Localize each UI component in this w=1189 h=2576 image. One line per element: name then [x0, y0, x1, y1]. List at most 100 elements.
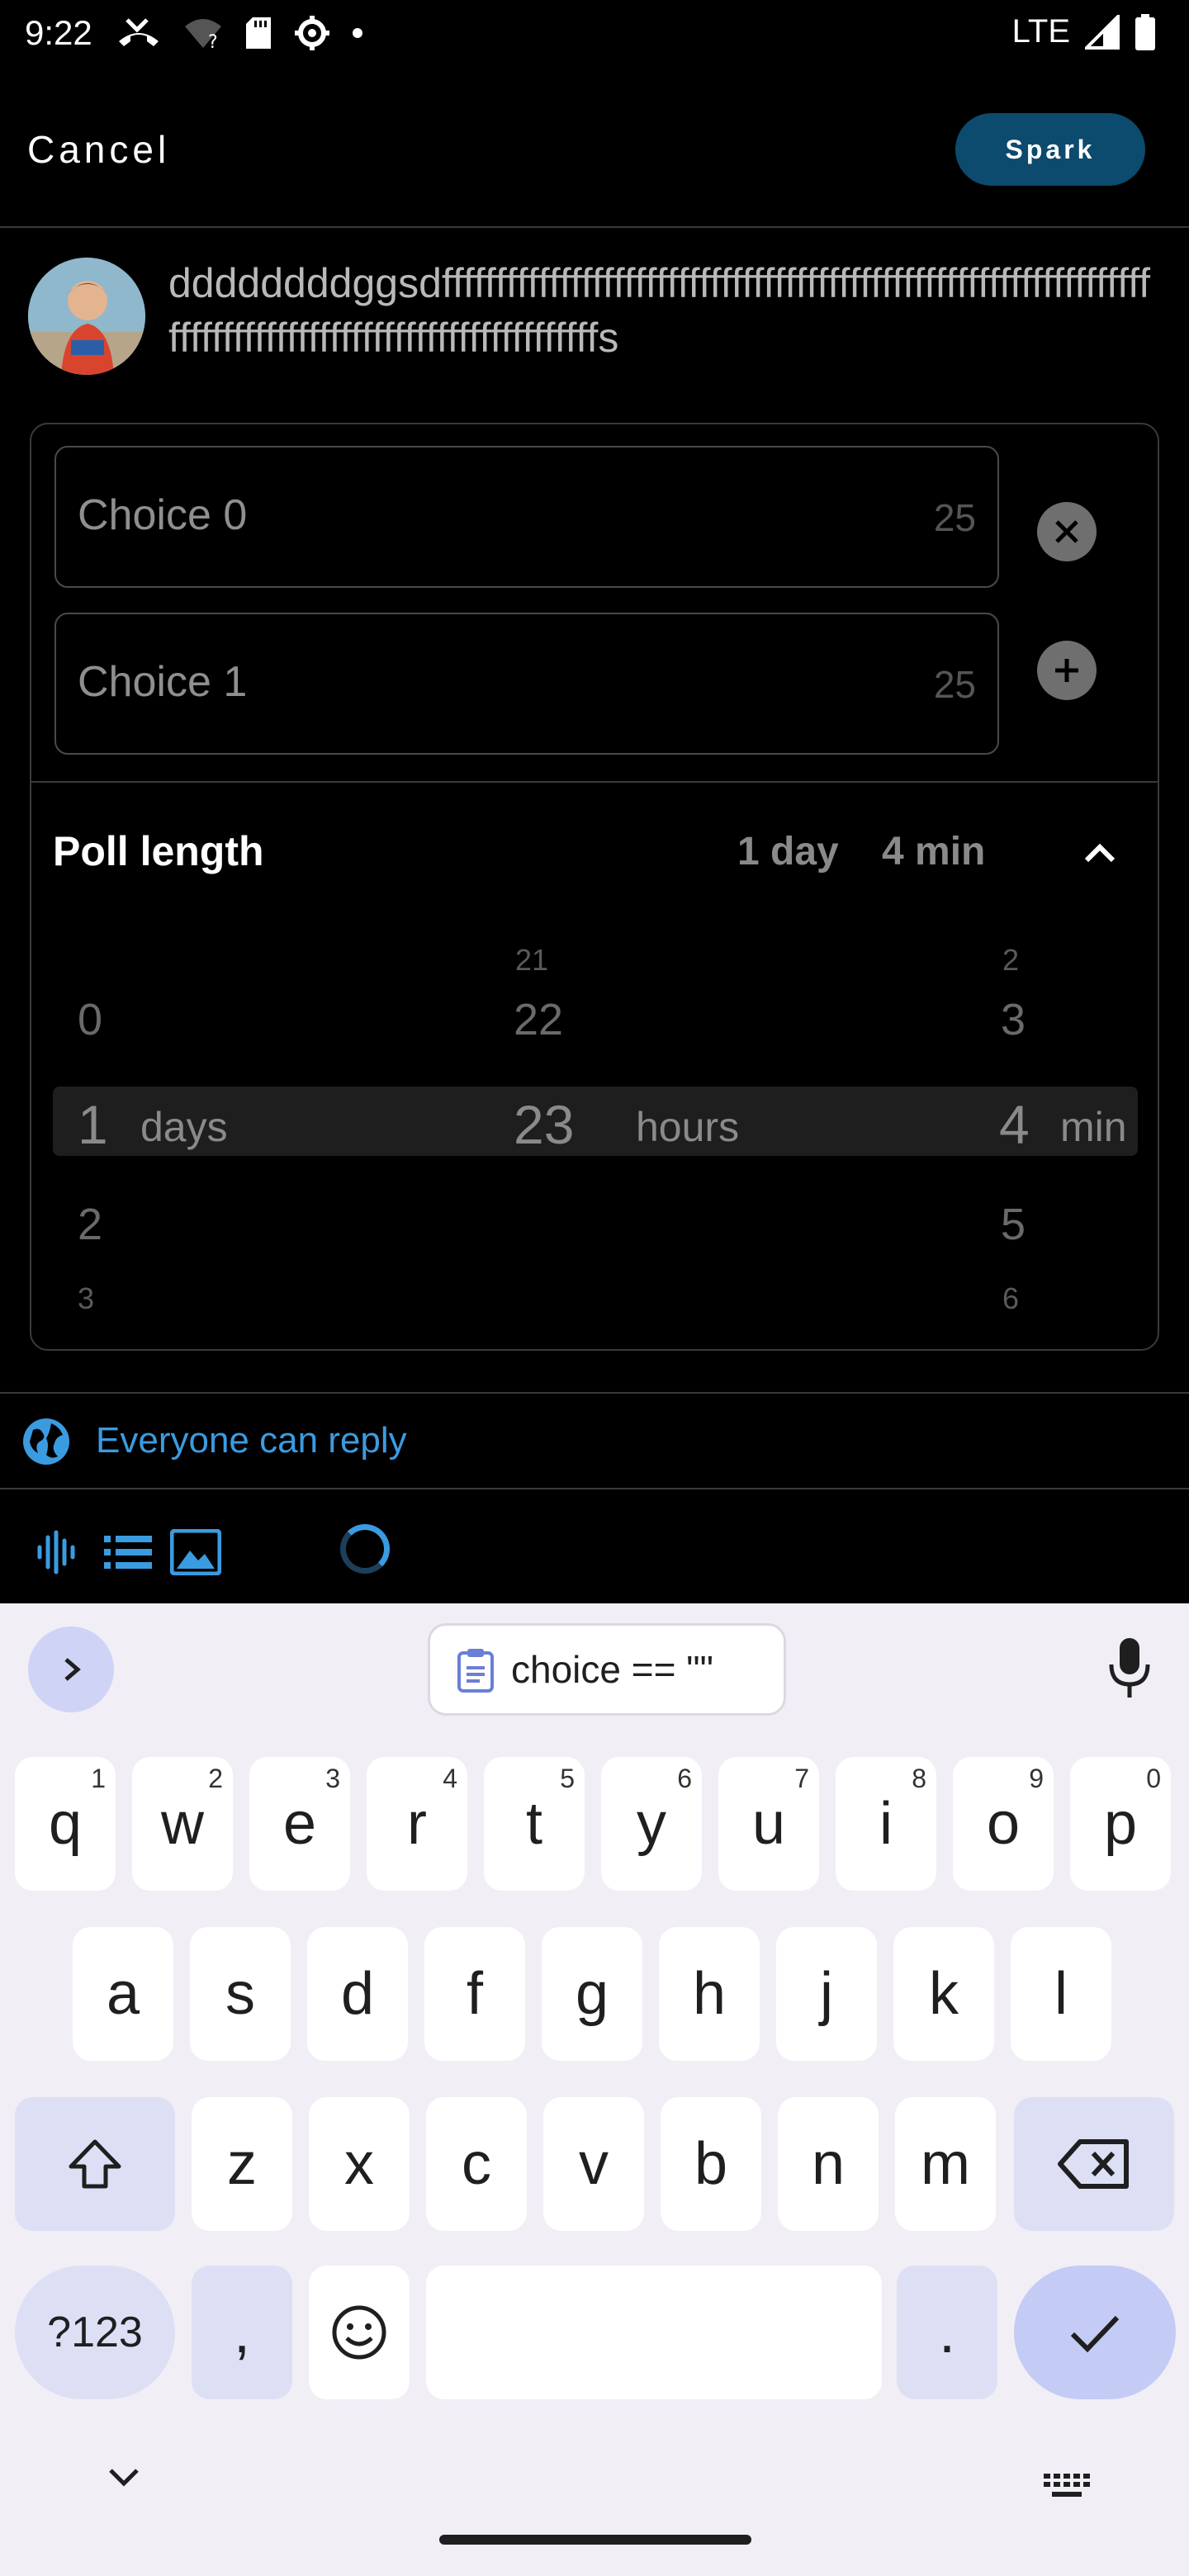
chevron-up-icon[interactable]	[1075, 832, 1125, 874]
dot-icon	[353, 28, 362, 38]
poll-length-picker[interactable]: 0 1 days 2 3 21 22 23 hours 2 3 4 min 5 …	[31, 936, 1158, 1333]
key-j[interactable]: j	[776, 1927, 877, 2061]
choice-0-field[interactable]: Choice 0 25	[54, 446, 999, 588]
reply-divider-top	[0, 1392, 1189, 1394]
remove-choice-button[interactable]	[1037, 502, 1097, 561]
backspace-key[interactable]	[1014, 2097, 1174, 2231]
space-key[interactable]	[426, 2266, 882, 2399]
sd-card-icon	[246, 17, 271, 49]
hours-above[interactable]: 22	[514, 994, 563, 1045]
key-label: e	[282, 1791, 317, 1857]
key-label: q	[48, 1791, 83, 1857]
spark-button[interactable]: Spark	[955, 113, 1145, 186]
loading-spinner-icon	[340, 1524, 390, 1574]
cancel-button[interactable]: Cancel	[27, 127, 170, 172]
key-hint: 3	[325, 1764, 340, 1793]
choice-1-field[interactable]: Choice 1 25	[54, 613, 999, 755]
key-y[interactable]: y6	[601, 1757, 702, 1891]
poll-length-min: 4 min	[882, 830, 986, 874]
minutes-selected[interactable]: 4	[999, 1093, 1030, 1156]
compose-text-input[interactable]: ddddddddggsdffffffffffffffffffffffffffff…	[168, 256, 1159, 365]
network-type: LTE	[1011, 13, 1070, 50]
battery-icon	[1135, 13, 1155, 50]
soft-keyboard: choice == "" q1w2e3r4t5y6u7i8o9p0 asdfgh…	[0, 1603, 1189, 2576]
key-hint: 5	[560, 1764, 575, 1793]
poll-card: Choice 0 25 Choice 1 25 Poll length 1 da…	[30, 423, 1159, 1351]
enter-key[interactable]	[1014, 2266, 1176, 2399]
key-e[interactable]: e3	[249, 1757, 350, 1891]
choice-0-counter: 25	[933, 496, 976, 539]
keyboard-switch-icon[interactable]	[1042, 2470, 1092, 2500]
audio-waveform-icon[interactable]	[35, 1529, 81, 1575]
key-o[interactable]: o9	[953, 1757, 1054, 1891]
hours-above-2[interactable]: 21	[515, 943, 548, 978]
svg-text:?: ?	[208, 32, 218, 50]
key-c[interactable]: c	[426, 2097, 527, 2231]
hours-selected[interactable]: 23	[514, 1093, 574, 1156]
key-t[interactable]: t5	[484, 1757, 585, 1891]
key-hint: 2	[208, 1764, 223, 1793]
minutes-below-2[interactable]: 6	[1002, 1281, 1019, 1316]
emoji-key[interactable]	[309, 2266, 410, 2399]
symbols-key[interactable]: ?123	[15, 2266, 175, 2399]
key-m[interactable]: m	[895, 2097, 996, 2231]
hide-keyboard-chevron-icon[interactable]	[101, 2462, 147, 2492]
period-key[interactable]: .	[897, 2266, 997, 2399]
days-selected[interactable]: 1	[78, 1093, 108, 1156]
globe-icon	[23, 1418, 69, 1465]
minutes-below[interactable]: 5	[1001, 1199, 1026, 1250]
key-hint: 1	[91, 1764, 106, 1793]
poll-length-label: Poll length	[53, 828, 264, 874]
key-q[interactable]: q1	[15, 1757, 116, 1891]
key-l[interactable]: l	[1011, 1927, 1111, 2061]
clipboard-suggestion-chip[interactable]: choice == ""	[428, 1623, 786, 1716]
key-g[interactable]: g	[542, 1927, 642, 2061]
key-a[interactable]: a	[73, 1927, 173, 2061]
key-z[interactable]: z	[192, 2097, 292, 2231]
backspace-icon	[1058, 2139, 1129, 2189]
key-d[interactable]: d	[307, 1927, 408, 2061]
reply-setting-button[interactable]: Everyone can reply	[96, 1420, 407, 1461]
key-label: o	[986, 1791, 1021, 1857]
key-b[interactable]: b	[661, 2097, 761, 2231]
status-bar: 9:22 ? LTE	[0, 0, 1189, 69]
minutes-above[interactable]: 3	[1001, 994, 1026, 1045]
poll-length-day: 1 day	[737, 830, 839, 874]
key-label: t	[525, 1791, 542, 1857]
keyboard-expand-button[interactable]	[28, 1627, 114, 1712]
compose-toolbar	[0, 1503, 1189, 1593]
microphone-icon[interactable]	[1106, 1636, 1153, 1701]
key-hint: 6	[677, 1764, 692, 1793]
home-indicator[interactable]	[439, 2535, 751, 2545]
choice-0-placeholder: Choice 0	[78, 491, 248, 539]
minutes-above-2[interactable]: 2	[1002, 943, 1019, 978]
chevron-right-icon	[64, 1658, 81, 1681]
shift-key[interactable]	[15, 2097, 175, 2231]
key-k[interactable]: k	[893, 1927, 994, 2061]
settings-icon	[295, 16, 329, 50]
key-hint: 4	[443, 1764, 457, 1793]
days-above[interactable]: 0	[78, 994, 102, 1045]
days-below[interactable]: 2	[78, 1199, 102, 1250]
key-u[interactable]: u7	[718, 1757, 819, 1891]
key-i[interactable]: i8	[836, 1757, 936, 1891]
comma-key[interactable]: ,	[192, 2266, 292, 2399]
add-choice-button[interactable]	[1037, 641, 1097, 700]
image-icon[interactable]	[170, 1529, 221, 1575]
key-n[interactable]: n	[778, 2097, 879, 2231]
key-r[interactable]: r4	[367, 1757, 467, 1891]
key-p[interactable]: p0	[1070, 1757, 1171, 1891]
key-label: y	[637, 1791, 666, 1857]
days-below-2[interactable]: 3	[78, 1281, 94, 1316]
key-hint: 8	[912, 1764, 926, 1793]
poll-list-icon[interactable]	[102, 1529, 154, 1575]
signal-icon	[1085, 14, 1120, 50]
key-h[interactable]: h	[659, 1927, 760, 2061]
key-label: p	[1103, 1791, 1138, 1857]
key-w[interactable]: w2	[132, 1757, 233, 1891]
key-v[interactable]: v	[543, 2097, 644, 2231]
key-s[interactable]: s	[190, 1927, 291, 2061]
choice-1-placeholder: Choice 1	[78, 658, 248, 706]
key-f[interactable]: f	[424, 1927, 525, 2061]
key-x[interactable]: x	[309, 2097, 410, 2231]
